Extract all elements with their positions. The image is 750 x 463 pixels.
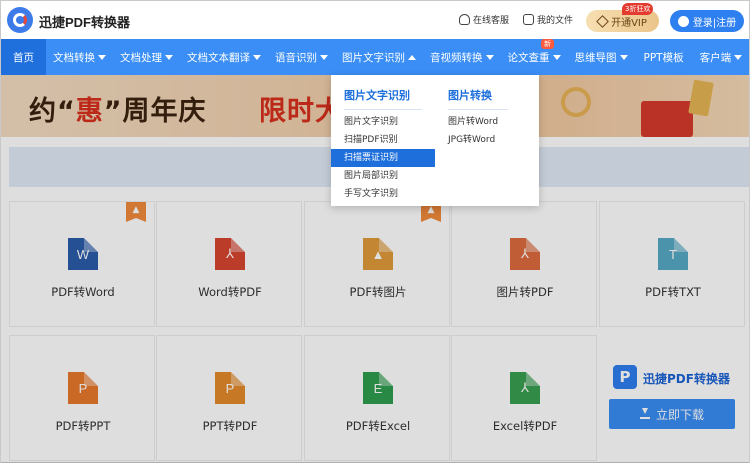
nav-item-speech[interactable]: 语音识别 [268,39,335,75]
caret-down-icon [98,54,106,60]
open-vip-label: 开通VIP [611,17,647,29]
nav-home-label: 首页 [13,51,34,64]
nav-label: 语音识别 [275,51,317,64]
nav-label: 文档处理 [120,51,162,64]
caret-down-icon [485,54,494,60]
diamond-icon [596,14,609,28]
online-service-label: 在线客服 [473,16,510,26]
nav-item-doc-translate[interactable]: 文档文本翻译 [180,39,268,75]
caret-down-icon [320,54,328,60]
nav-item-doc-convert[interactable]: 文档转换 [46,39,113,75]
login-register-button[interactable]: 登录|注册 [670,10,744,32]
nav-item-mindmap[interactable]: 思维导图 [568,39,635,75]
dropdown-item[interactable]: 手写文字识别 [331,185,435,203]
new-badge: 新 [541,39,554,49]
caret-down-icon [552,54,561,60]
my-files-label: 我的文件 [537,16,574,26]
dropdown-col-title: 图片文字识别 [344,87,422,110]
caret-down-icon [619,54,628,60]
nav-label: 客户端 [699,51,732,64]
nav-label: 音视频转换 [430,51,483,64]
top-header: 迅捷PDF转换器 在线客服 我的文件 开通VIP 3折狂欢 登录|注册 [1,1,749,39]
user-icon [677,15,689,27]
nav-label: 思维导图 [574,51,617,64]
brand-name[interactable]: 迅捷PDF转换器 [39,12,130,31]
nav-label: 文档转换 [53,51,95,64]
nav-item-home[interactable]: 首页 [1,39,46,75]
image-ocr-dropdown: 图片文字识别 图片文字识别 扫描PDF识别 扫描票证识别 图片局部识别 手写文字识别 图… [331,75,539,206]
dropdown-item[interactable]: 图片文字识别 [331,113,435,131]
login-register-label: 登录|注册 [692,17,737,29]
nav-label: 文档文本翻译 [187,51,250,64]
caret-down-icon [253,54,261,60]
nav-label: 论文查重 [507,51,550,64]
nav-item-thesis-check[interactable]: 论文查重 [501,39,568,75]
vip-discount-badge: 3折狂欢 [622,3,654,15]
dropdown-item[interactable]: 图片转Word [435,113,539,131]
caret-up-icon [408,54,416,60]
online-service-link[interactable]: 在线客服 [459,13,509,26]
nav-item-doc-process[interactable]: 文档处理 [113,39,180,75]
dropdown-item[interactable]: 扫描PDF识别 [331,131,435,149]
nav-item-ppt-template[interactable]: PPT模板 [635,39,693,75]
nav-item-client[interactable]: 客户端 [693,39,750,75]
brand-logo-icon[interactable] [7,7,33,33]
dropdown-item[interactable]: 图片局部识别 [331,167,435,185]
dropdown-col-ocr: 图片文字识别 图片文字识别 扫描PDF识别 扫描票证识别 图片局部识别 手写文字识别 [331,87,435,203]
headset-icon [459,14,470,25]
dropdown-item[interactable]: 扫描票证识别 [331,149,435,167]
caret-down-icon [165,54,173,60]
main-nav: 首页 文档转换 文档处理 文档文本翻译 语音识别 图片文字识别 音视频转换 论文… [1,39,749,75]
caret-down-icon [734,54,743,60]
file-icon [523,14,534,25]
nav-label: 图片文字识别 [342,51,405,64]
dropdown-item[interactable]: JPG转Word [435,131,539,149]
nav-item-image-ocr[interactable]: 图片文字识别 [335,39,423,75]
nav-label: PPT模板 [643,51,684,64]
nav-item-av-convert[interactable]: 音视频转换 [423,39,501,75]
dropdown-col-convert: 图片转换 图片转Word JPG转Word [435,87,539,149]
my-files-link[interactable]: 我的文件 [523,13,573,26]
dropdown-col-title: 图片转换 [448,87,508,110]
